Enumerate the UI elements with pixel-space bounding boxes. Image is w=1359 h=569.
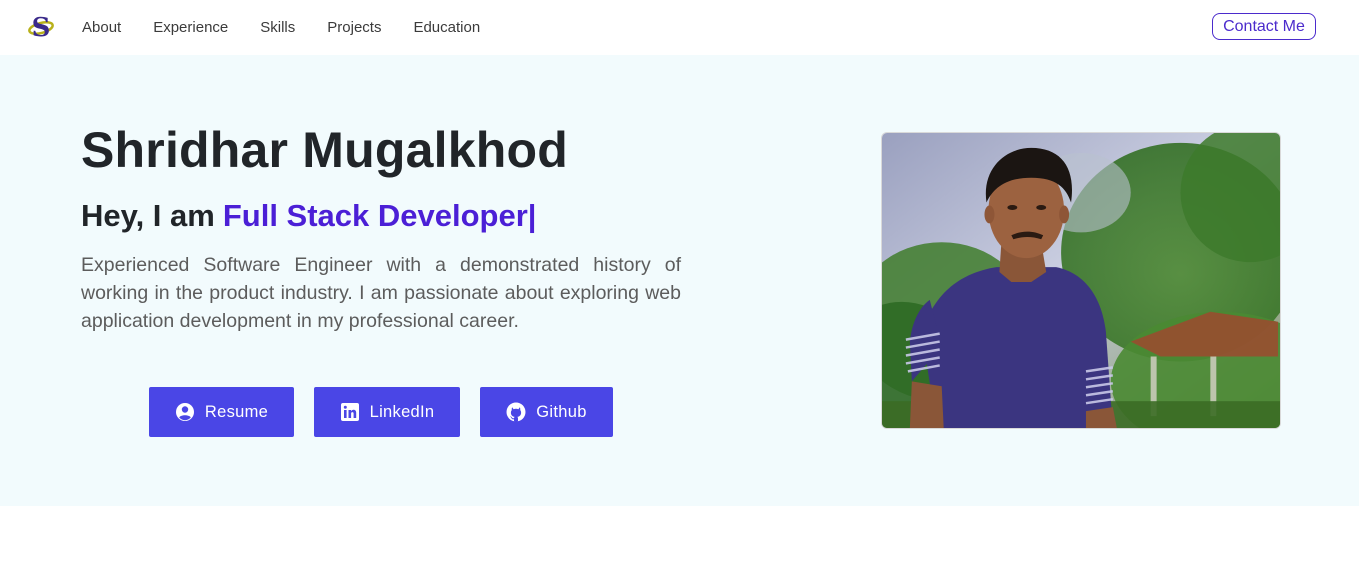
resume-button[interactable]: Resume (149, 387, 294, 437)
linkedin-label: LinkedIn (369, 402, 435, 421)
nav-link-experience[interactable]: Experience (137, 19, 244, 36)
github-icon (506, 402, 526, 422)
hero-name: Shridhar Mugalkhod (81, 122, 568, 178)
hero-role: Full Stack Developer| (222, 198, 537, 233)
nav-link-education[interactable]: Education (397, 19, 496, 36)
logo-icon[interactable]: S (26, 12, 56, 43)
resume-label: Resume (204, 402, 269, 421)
nav-links: About Experience Skills Projects Educati… (66, 0, 496, 55)
hero-greeting-line: Hey, I am Full Stack Developer| (81, 198, 536, 234)
profile-photo (881, 132, 1281, 429)
linkedin-icon (340, 403, 359, 421)
contact-me-button[interactable]: Contact Me (1212, 13, 1316, 40)
nav-link-skills[interactable]: Skills (244, 19, 311, 36)
svg-text:S: S (32, 13, 51, 42)
nav-link-about[interactable]: About (66, 19, 137, 36)
hero-description: Experienced Software Engineer with a dem… (81, 254, 681, 332)
hero-greeting: Hey, I am (81, 198, 215, 233)
hero-section: Shridhar Mugalkhod Hey, I am Full Stack D… (0, 55, 1359, 506)
github-label: Github (536, 402, 587, 421)
nav-link-projects[interactable]: Projects (311, 19, 397, 36)
linkedin-button[interactable]: LinkedIn (314, 387, 460, 437)
user-circle-icon (175, 403, 194, 421)
github-button[interactable]: Github (480, 387, 613, 437)
navbar: S About Experience Skills Projects Educa… (0, 0, 1359, 55)
